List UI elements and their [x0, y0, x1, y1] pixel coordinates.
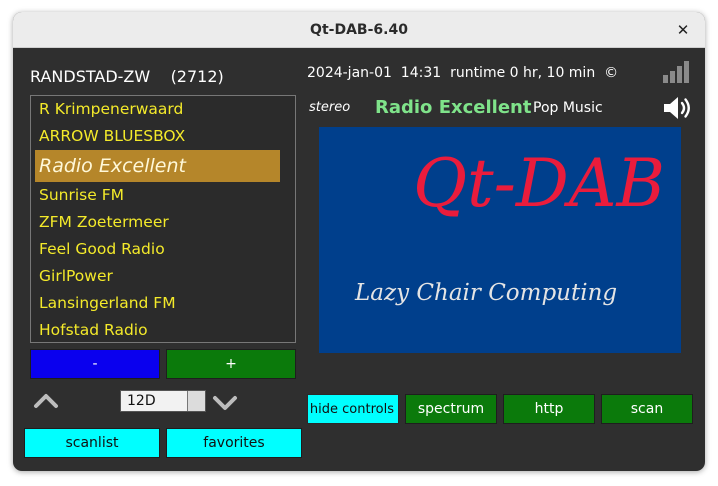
current-station: Radio Excellent: [375, 97, 532, 118]
channel-selector[interactable]: 12D: [120, 390, 206, 412]
service-item[interactable]: R Krimpenerwaard: [35, 96, 280, 123]
copyright-icon[interactable]: ©: [604, 65, 618, 81]
ensemble-label: RANDSTAD-ZW (2712): [30, 67, 224, 86]
close-icon[interactable]: ✕: [671, 18, 695, 42]
status-line: 2024-jan-01 14:31 runtime 0 hr, 10 min ©: [307, 65, 618, 81]
signal-strength-icon: [661, 59, 691, 85]
audio-mode: stereo: [309, 100, 351, 115]
service-item[interactable]: Lansingerland FM: [35, 290, 280, 317]
spectrum-button[interactable]: spectrum: [405, 394, 497, 424]
service-item[interactable]: Feel Good Radio: [35, 236, 280, 263]
slide-subtitle: Lazy Chair Computing: [355, 280, 618, 306]
service-item[interactable]: Hofstad Radio: [35, 317, 280, 342]
service-item[interactable]: GirlPower: [35, 263, 280, 290]
program-type: Pop Music: [533, 100, 603, 116]
ensemble-name: RANDSTAD-ZW: [30, 67, 151, 86]
hide-controls-button[interactable]: hide controls: [307, 394, 399, 424]
scan-button[interactable]: scan: [601, 394, 693, 424]
speaker-icon[interactable]: [661, 94, 695, 122]
channel-value: 12D: [127, 393, 156, 409]
service-item[interactable]: ZFM Zoetermeer: [35, 209, 280, 236]
chevron-down-icon[interactable]: [212, 392, 238, 414]
ensemble-id: (2712): [170, 67, 224, 86]
service-list[interactable]: R Krimpenerwaard ARROW BLUESBOX Radio Ex…: [30, 95, 296, 343]
previous-service-button[interactable]: -: [30, 349, 160, 379]
main-window: Qt-DAB-6.40 ✕ RANDSTAD-ZW (2712) R Krimp…: [13, 12, 705, 471]
window-title: Qt-DAB-6.40: [310, 22, 408, 38]
scanlist-button[interactable]: scanlist: [24, 428, 160, 458]
slide-title: Qt-DAB: [412, 145, 665, 222]
chevron-up-icon[interactable]: [33, 390, 59, 412]
dropdown-icon[interactable]: [187, 391, 205, 411]
status-runtime: runtime 0 hr, 10 min: [450, 65, 596, 81]
title-bar: Qt-DAB-6.40 ✕: [13, 12, 705, 48]
service-item[interactable]: Sunrise FM: [35, 182, 280, 209]
favorites-button[interactable]: favorites: [166, 428, 302, 458]
service-item-selected[interactable]: Radio Excellent: [35, 150, 280, 182]
slideshow-image: Qt-DAB Lazy Chair Computing: [319, 127, 681, 353]
status-date: 2024-jan-01: [307, 65, 392, 81]
http-button[interactable]: http: [503, 394, 595, 424]
status-time: 14:31: [400, 65, 442, 81]
service-item[interactable]: ARROW BLUESBOX: [35, 123, 280, 150]
next-service-button[interactable]: +: [166, 349, 296, 379]
